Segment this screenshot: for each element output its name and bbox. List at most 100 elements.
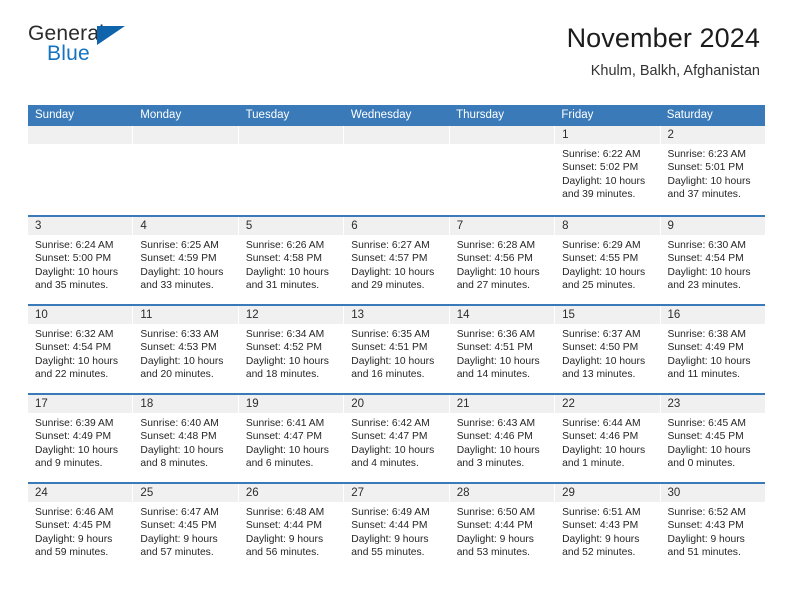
calendar-day-cell[interactable]: 23 Sunrise: 6:45 AM Sunset: 4:45 PM Dayligh… <box>660 395 765 482</box>
calendar-day-cell[interactable]: 25 Sunrise: 6:47 AM Sunset: 4:45 PM Dayligh… <box>133 484 239 571</box>
daylight-text-line2: and 18 minutes. <box>245 368 320 380</box>
day-number: 17 <box>28 395 133 413</box>
sunset-text: Sunset: 4:47 PM <box>245 431 322 443</box>
daylight-text-line2: and 57 minutes. <box>140 546 214 558</box>
calendar-day-cell[interactable]: 8 Sunrise: 6:29 AM Sunset: 4:55 PM Daylight… <box>555 217 661 304</box>
calendar-day-cell[interactable]: 4 Sunrise: 6:25 AM Sunset: 4:59 PM Daylight… <box>133 217 239 304</box>
daylight-text-line1: Daylight: 10 hours <box>245 266 329 278</box>
day-sun-info: Sunrise: 6:38 AM Sunset: 4:49 PM Daylight:… <box>661 324 765 381</box>
sunset-text: Sunset: 4:46 PM <box>456 431 533 443</box>
calendar-day-cell[interactable]: 7 Sunrise: 6:28 AM Sunset: 4:56 PM Daylight… <box>449 217 556 304</box>
daylight-text-line2: and 20 minutes. <box>140 368 214 380</box>
daylight-text-line1: Daylight: 10 hours <box>140 444 224 456</box>
calendar-grid: Sunday Monday Tuesday Wednesday Thursday… <box>28 105 765 571</box>
calendar-day-cell[interactable]: 5 Sunrise: 6:26 AM Sunset: 4:58 PM Daylight… <box>238 217 345 304</box>
calendar-day-cell[interactable]: 22 Sunrise: 6:44 AM Sunset: 4:46 PM Dayligh… <box>555 395 661 482</box>
calendar-day-cell[interactable]: 9 Sunrise: 6:30 AM Sunset: 4:54 PM Daylight… <box>660 217 765 304</box>
day-sun-info: Sunrise: 6:32 AM Sunset: 4:54 PM Daylight:… <box>28 324 132 381</box>
day-number: 4 <box>133 217 238 235</box>
day-sun-info: Sunrise: 6:45 AM Sunset: 4:45 PM Daylight:… <box>661 413 765 470</box>
day-sun-info: Sunrise: 6:36 AM Sunset: 4:51 PM Daylight:… <box>450 324 554 381</box>
calendar-week-row: 3 Sunrise: 6:24 AM Sunset: 5:00 PM Daylight… <box>28 215 765 304</box>
sunrise-text: Sunrise: 6:40 AM <box>140 418 219 429</box>
sunset-text: Sunset: 4:48 PM <box>140 431 217 443</box>
calendar-day-cell[interactable]: 14 Sunrise: 6:36 AM Sunset: 4:51 PM Dayligh… <box>449 306 556 393</box>
sunset-text: Sunset: 4:57 PM <box>351 253 428 265</box>
day-sun-info: Sunrise: 6:23 AM Sunset: 5:01 PM Daylight:… <box>661 144 765 201</box>
calendar-day-cell[interactable]: 30 Sunrise: 6:52 AM Sunset: 4:43 PM Dayligh… <box>660 484 765 571</box>
page-title: November 2024 <box>566 23 760 53</box>
day-number: 13 <box>344 306 449 324</box>
day-sun-info: Sunrise: 6:40 AM Sunset: 4:48 PM Daylight:… <box>133 413 237 470</box>
calendar-day-cell[interactable]: 27 Sunrise: 6:49 AM Sunset: 4:44 PM Dayligh… <box>344 484 450 571</box>
sunset-text: Sunset: 4:45 PM <box>35 520 112 532</box>
daylight-text-line2: and 35 minutes. <box>35 279 109 291</box>
sunrise-text: Sunrise: 6:39 AM <box>35 418 114 429</box>
daylight-text-line2: and 56 minutes. <box>245 546 320 558</box>
day-number <box>449 126 555 144</box>
brand-logo[interactable]: General Blue <box>28 22 148 72</box>
calendar-day-cell[interactable]: 21 Sunrise: 6:43 AM Sunset: 4:46 PM Dayligh… <box>449 395 556 482</box>
calendar-day-cell[interactable]: 12 Sunrise: 6:34 AM Sunset: 4:52 PM Dayligh… <box>238 306 345 393</box>
calendar-page: General Blue November 2024 Khulm, Balkh,… <box>0 0 792 612</box>
sunset-text: Sunset: 4:46 PM <box>562 431 639 443</box>
location-subtitle: Khulm, Balkh, Afghanistan <box>590 63 760 79</box>
day-number: 21 <box>449 395 555 413</box>
calendar-day-cell[interactable]: 16 Sunrise: 6:38 AM Sunset: 4:49 PM Dayligh… <box>660 306 765 393</box>
calendar-day-cell[interactable]: 28 Sunrise: 6:50 AM Sunset: 4:44 PM Dayligh… <box>449 484 556 571</box>
calendar-day-cell[interactable]: 13 Sunrise: 6:35 AM Sunset: 4:51 PM Dayligh… <box>344 306 450 393</box>
daylight-text-line2: and 27 minutes. <box>456 279 530 291</box>
day-sun-info: Sunrise: 6:28 AM Sunset: 4:56 PM Daylight:… <box>450 235 554 292</box>
calendar-day-cell[interactable]: 26 Sunrise: 6:48 AM Sunset: 4:44 PM Dayligh… <box>238 484 345 571</box>
calendar-day-cell[interactable]: 24 Sunrise: 6:46 AM Sunset: 4:45 PM Dayligh… <box>28 484 134 571</box>
calendar-day-cell[interactable]: 1 Sunrise: 6:22 AM Sunset: 5:02 PM Daylight… <box>555 126 661 215</box>
sunset-text: Sunset: 4:47 PM <box>351 431 428 443</box>
calendar-day-cell[interactable]: 2 Sunrise: 6:23 AM Sunset: 5:01 PM Daylight… <box>660 126 765 215</box>
weekday-header-wednesday: Wednesday <box>350 109 412 121</box>
sunrise-text: Sunrise: 6:33 AM <box>140 329 219 340</box>
sunrise-text: Sunrise: 6:35 AM <box>351 329 430 340</box>
daylight-text-line1: Daylight: 10 hours <box>456 444 540 456</box>
day-sun-info: Sunrise: 6:30 AM Sunset: 4:54 PM Daylight:… <box>661 235 765 292</box>
calendar-day-cell-empty <box>238 126 345 215</box>
day-number: 24 <box>28 484 133 502</box>
daylight-text-line2: and 22 minutes. <box>35 368 109 380</box>
daylight-text-line1: Daylight: 10 hours <box>35 355 118 367</box>
daylight-text-line1: Daylight: 10 hours <box>245 355 329 367</box>
calendar-day-cell[interactable]: 18 Sunrise: 6:40 AM Sunset: 4:48 PM Dayligh… <box>133 395 239 482</box>
daylight-text-line1: Daylight: 10 hours <box>562 355 646 367</box>
calendar-day-cell[interactable]: 10 Sunrise: 6:32 AM Sunset: 4:54 PM Dayligh… <box>28 306 134 393</box>
calendar-week-row: 17 Sunrise: 6:39 AM Sunset: 4:49 PM Dayligh… <box>28 393 765 482</box>
daylight-text-line1: Daylight: 10 hours <box>667 175 751 187</box>
day-number: 20 <box>344 395 449 413</box>
calendar-day-cell[interactable]: 17 Sunrise: 6:39 AM Sunset: 4:49 PM Dayligh… <box>28 395 134 482</box>
sunset-text: Sunset: 4:54 PM <box>35 342 112 354</box>
day-sun-info: Sunrise: 6:41 AM Sunset: 4:47 PM Daylight:… <box>239 413 343 470</box>
day-number: 5 <box>238 217 344 235</box>
sunrise-text: Sunrise: 6:25 AM <box>140 240 219 251</box>
title-block: November 2024 Khulm, Balkh, Afghanistan <box>567 22 760 80</box>
calendar-day-cell[interactable]: 19 Sunrise: 6:41 AM Sunset: 4:47 PM Dayligh… <box>238 395 345 482</box>
calendar-day-cell[interactable]: 3 Sunrise: 6:24 AM Sunset: 5:00 PM Daylight… <box>28 217 134 304</box>
weekday-header-sunday: Sunday <box>35 109 75 121</box>
calendar-day-cell[interactable]: 29 Sunrise: 6:51 AM Sunset: 4:43 PM Dayligh… <box>555 484 661 571</box>
day-sun-info: Sunrise: 6:24 AM Sunset: 5:00 PM Daylight:… <box>28 235 132 292</box>
sunrise-text: Sunrise: 6:41 AM <box>245 418 325 429</box>
calendar-day-cell[interactable]: 15 Sunrise: 6:37 AM Sunset: 4:50 PM Dayligh… <box>555 306 661 393</box>
sunset-text: Sunset: 4:52 PM <box>245 342 322 354</box>
sunrise-text: Sunrise: 6:29 AM <box>562 240 641 251</box>
sunset-text: Sunset: 4:44 PM <box>456 520 533 532</box>
calendar-day-cell[interactable]: 11 Sunrise: 6:33 AM Sunset: 4:53 PM Dayligh… <box>133 306 239 393</box>
daylight-text-line1: Daylight: 9 hours <box>667 533 745 545</box>
daylight-text-line2: and 53 minutes. <box>456 546 530 558</box>
daylight-text-line2: and 23 minutes. <box>667 279 741 291</box>
day-number <box>133 126 238 144</box>
daylight-text-line2: and 14 minutes. <box>456 368 530 380</box>
day-sun-info: Sunrise: 6:44 AM Sunset: 4:46 PM Daylight:… <box>555 413 659 470</box>
sunset-text: Sunset: 4:44 PM <box>245 520 322 532</box>
daylight-text-line1: Daylight: 10 hours <box>351 355 435 367</box>
calendar-day-cell[interactable]: 6 Sunrise: 6:27 AM Sunset: 4:57 PM Daylight… <box>344 217 450 304</box>
calendar-day-cell[interactable]: 20 Sunrise: 6:42 AM Sunset: 4:47 PM Dayligh… <box>344 395 450 482</box>
calendar-week-row: 1 Sunrise: 6:22 AM Sunset: 5:02 PM Daylight… <box>28 126 765 215</box>
page-header: General Blue November 2024 Khulm, Balkh,… <box>0 0 792 79</box>
